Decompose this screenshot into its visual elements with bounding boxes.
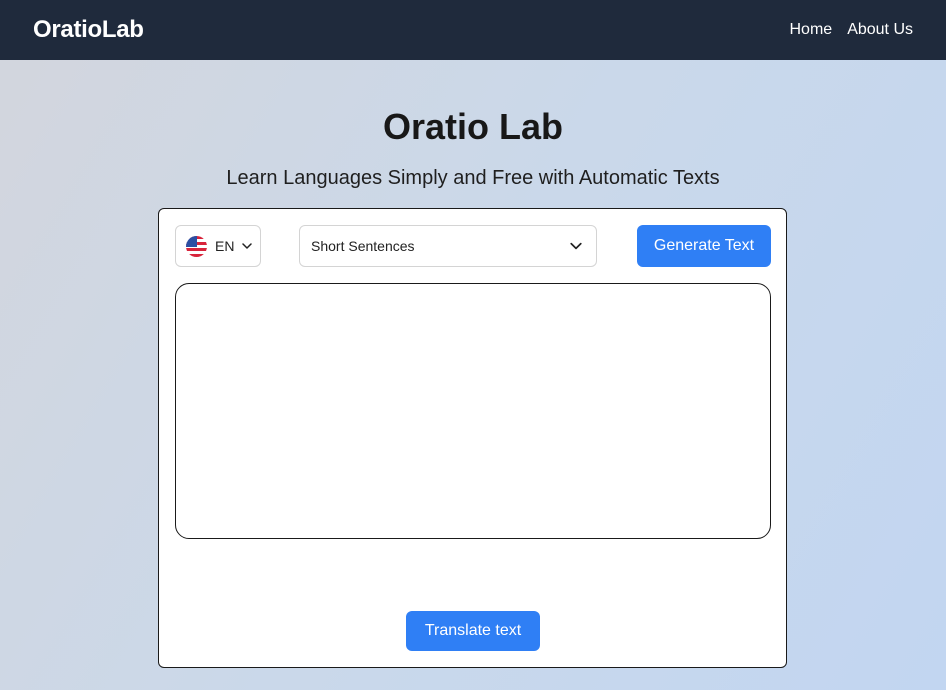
page-subtitle: Learn Languages Simply and Free with Aut… bbox=[226, 167, 720, 189]
generated-text-area[interactable] bbox=[175, 283, 771, 539]
translate-text-button[interactable]: Translate text bbox=[406, 611, 540, 651]
language-select[interactable]: EN bbox=[175, 225, 261, 267]
brand-logo[interactable]: OratioLab bbox=[33, 16, 144, 44]
us-flag-icon bbox=[186, 235, 207, 257]
top-navbar: OratioLab Home About Us bbox=[0, 0, 946, 60]
language-code: EN bbox=[215, 238, 235, 254]
page-title: Oratio Lab bbox=[382, 106, 564, 147]
generate-text-button[interactable]: Generate Text bbox=[637, 225, 771, 267]
chevron-down-icon bbox=[242, 243, 253, 249]
nav-link-home[interactable]: Home bbox=[790, 21, 833, 39]
nav-links: Home About Us bbox=[790, 21, 914, 39]
text-generator-card: EN Short Sentences Generate Text Transla… bbox=[158, 208, 787, 668]
text-type-selected: Short Sentences bbox=[311, 238, 415, 254]
text-type-select[interactable]: Short Sentences bbox=[299, 225, 597, 267]
chevron-down-icon bbox=[570, 242, 582, 250]
nav-link-about-us[interactable]: About Us bbox=[847, 21, 913, 39]
